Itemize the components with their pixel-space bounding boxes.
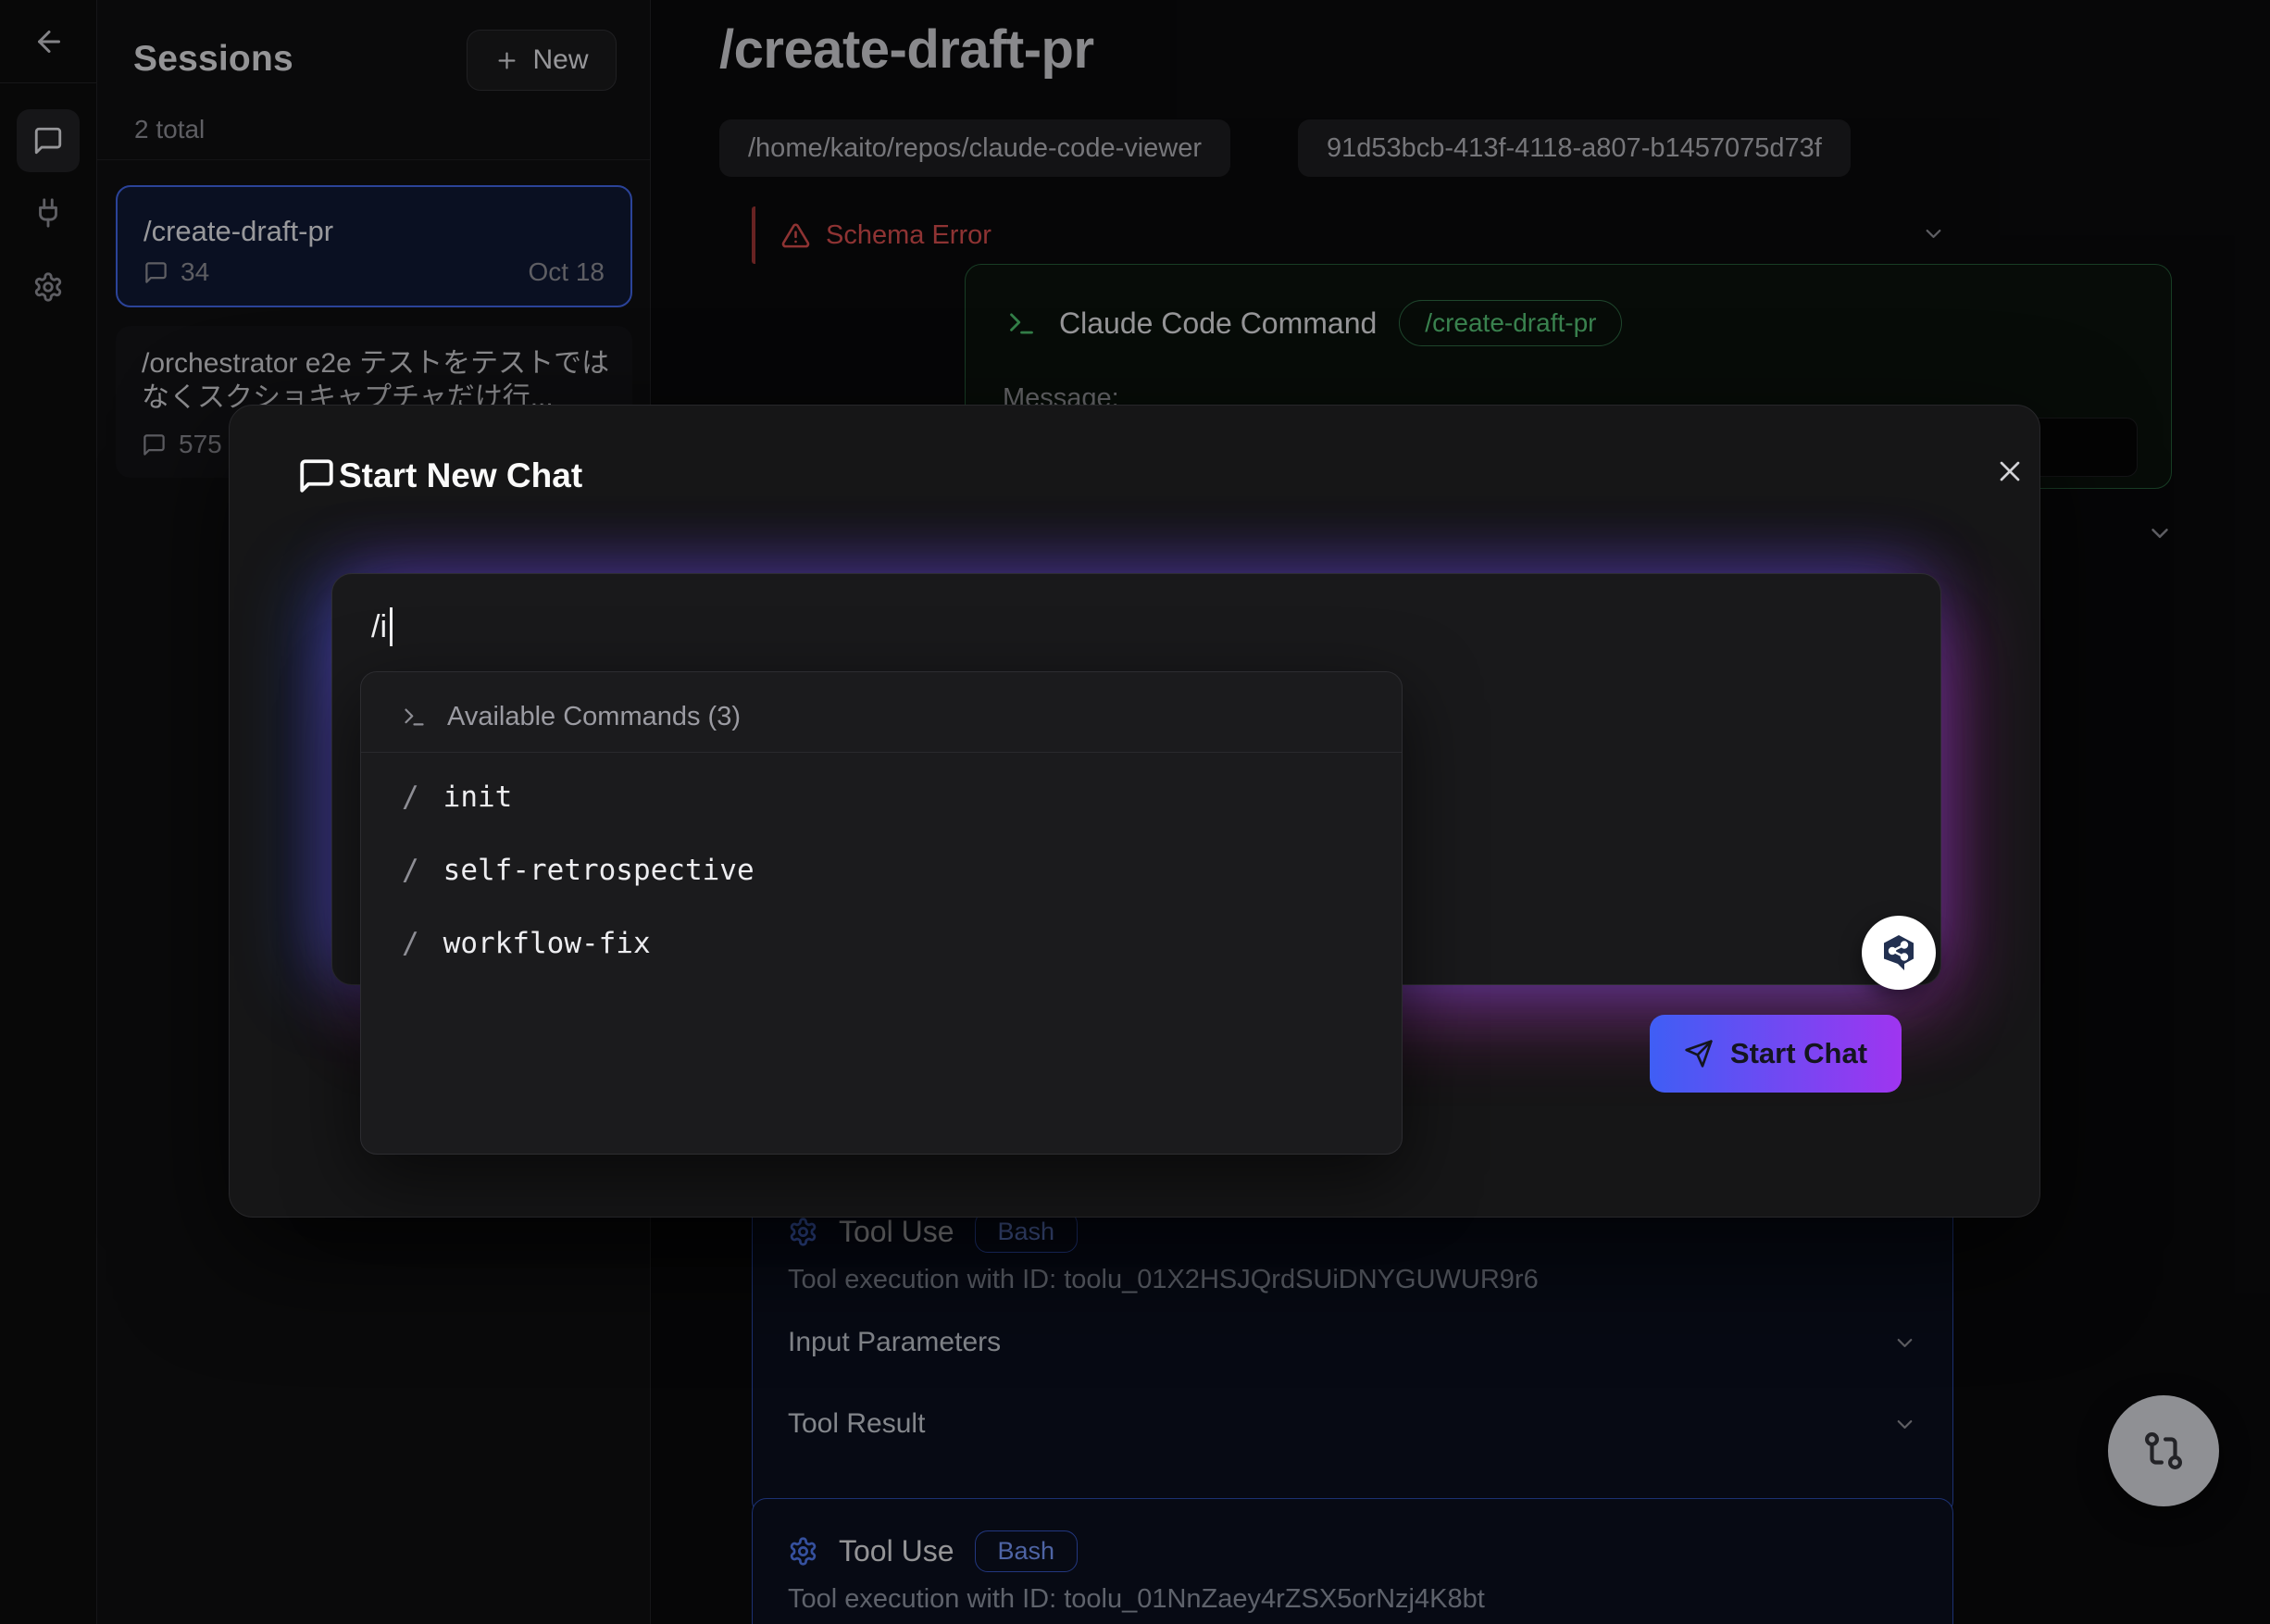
start-chat-label: Start Chat [1730,1037,1867,1070]
dropdown-divider [361,752,1402,753]
start-chat-button[interactable]: Start Chat [1650,1015,1902,1093]
close-icon [1993,455,2027,488]
terminal-icon [402,705,427,730]
app-window: Sessions New 2 total /create-draft-pr 34… [0,0,2270,1624]
commands-dropdown: Available Commands (3) / init / self-ret… [360,671,1403,1155]
chat-input-value: /i [371,609,387,645]
chat-icon [297,456,336,495]
git-compare-icon [2140,1428,2187,1474]
share-chat-bubble-icon [1877,931,1921,975]
command-option-workflow-fix[interactable]: / workflow-fix [361,916,1402,971]
start-new-chat-modal: Start New Chat /i Available Commands (3)… [229,405,2040,1218]
command-option-self-retrospective[interactable]: / self-retrospective [361,843,1402,898]
close-button[interactable] [1977,439,2042,504]
commands-header: Available Commands (3) [447,702,741,732]
command-option-init[interactable]: / init [361,769,1402,825]
git-compare-fab[interactable] [2108,1395,2219,1506]
extension-badge-button[interactable] [1862,916,1936,990]
modal-title: Start New Chat [339,456,582,495]
text-caret [390,607,393,646]
send-icon [1684,1039,1714,1068]
